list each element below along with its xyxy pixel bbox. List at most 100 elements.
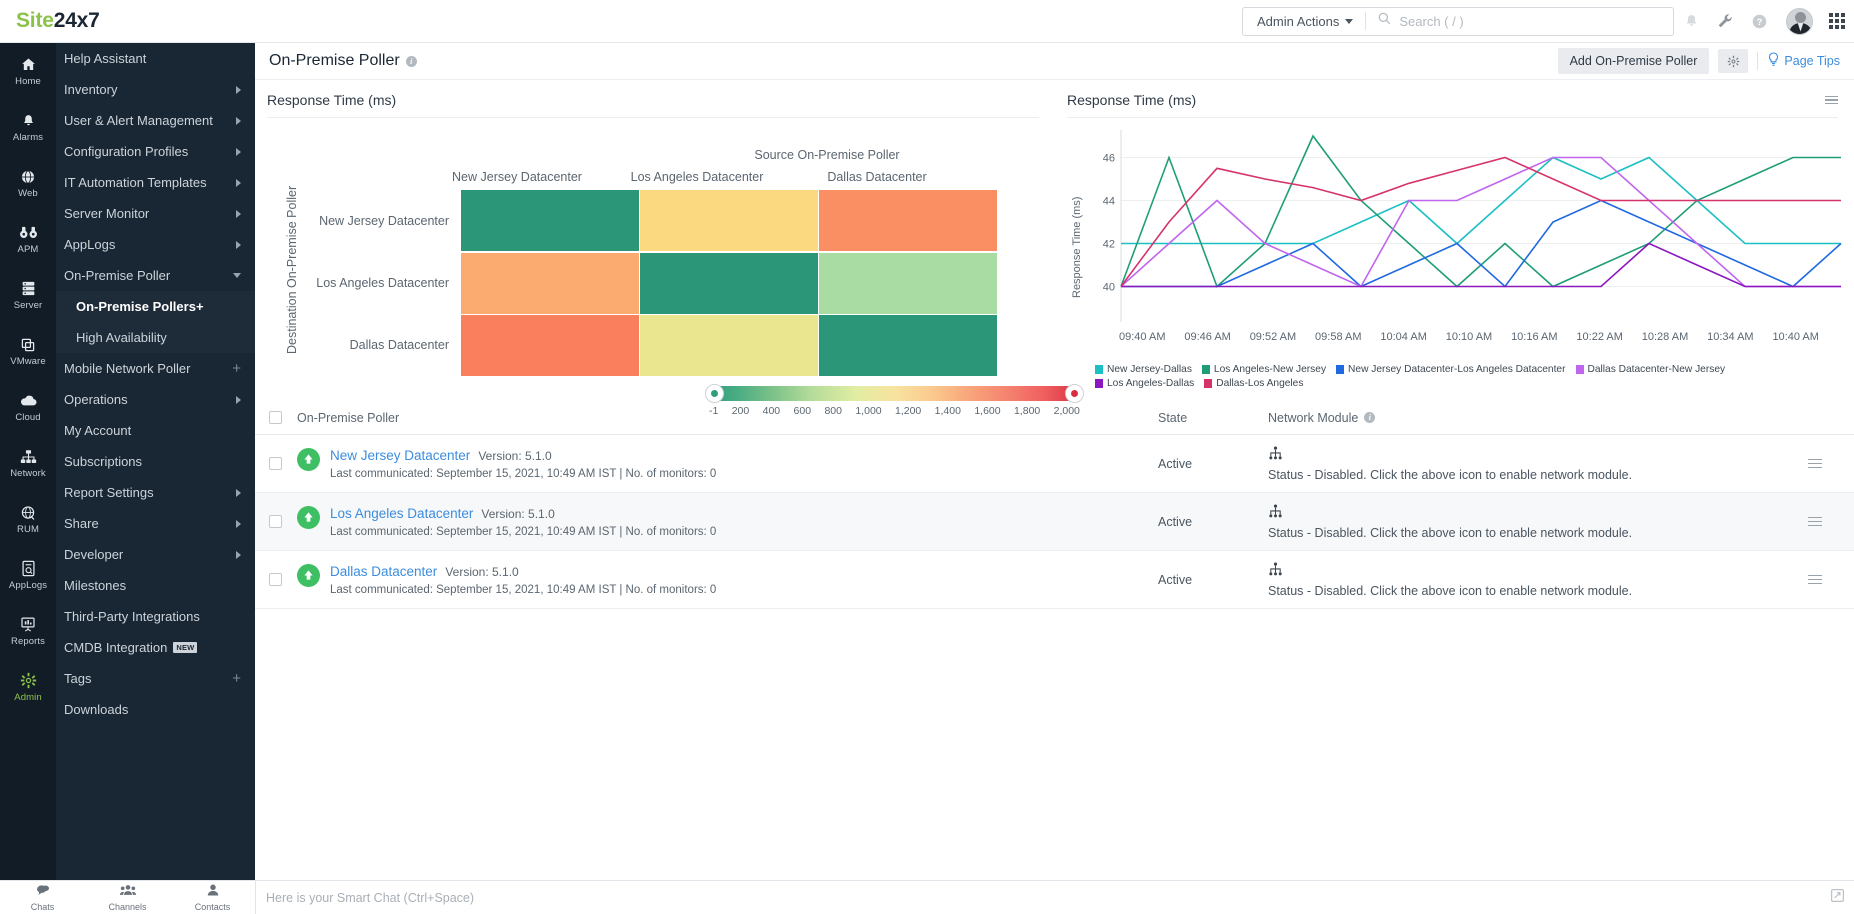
- chart-menu-icon[interactable]: [1825, 96, 1838, 105]
- gear-icon: [20, 671, 37, 690]
- sidebar-item-my-account[interactable]: My Account: [56, 415, 255, 446]
- poller-name-link[interactable]: Los Angeles Datacenter: [330, 506, 473, 521]
- search-input[interactable]: Search ( / ): [1366, 12, 1673, 30]
- rail-item-server[interactable]: Server: [0, 267, 56, 323]
- legend-item[interactable]: Los Angeles-Dallas: [1095, 378, 1194, 389]
- row-menu-icon[interactable]: [1808, 517, 1854, 527]
- rail-item-web[interactable]: Web: [0, 155, 56, 211]
- sidebar-item-configuration-profiles[interactable]: Configuration Profiles: [56, 136, 255, 167]
- legend-item[interactable]: Dallas-Los Angeles: [1204, 378, 1303, 389]
- legend-item[interactable]: Dallas Datacenter-New Jersey: [1576, 364, 1726, 375]
- legend-item[interactable]: New Jersey-Dallas: [1095, 364, 1192, 375]
- wrench-icon[interactable]: [1708, 0, 1742, 43]
- page-header: On-Premise Poller i Add On-Premise Polle…: [255, 43, 1854, 80]
- plus-icon[interactable]: +: [232, 361, 241, 376]
- rail-item-applogs[interactable]: AppLogs: [0, 547, 56, 603]
- heatmap-cell[interactable]: [461, 253, 639, 314]
- rail-item-admin[interactable]: Admin: [0, 659, 56, 715]
- row-checkbox[interactable]: [269, 515, 282, 528]
- heatmap-col-header: New Jersey Datacenter: [427, 170, 607, 184]
- row-menu-icon[interactable]: [1808, 575, 1854, 585]
- layers-icon: [20, 335, 36, 354]
- add-on-premise-poller-button[interactable]: Add On-Premise Poller: [1558, 48, 1710, 74]
- rail-item-rum[interactable]: RUM: [0, 491, 56, 547]
- smart-chat-input[interactable]: Here is your Smart Chat (Ctrl+Space): [255, 881, 1831, 914]
- expand-chat-icon[interactable]: [1831, 889, 1844, 907]
- heatmap-cell[interactable]: [640, 190, 818, 251]
- rail-item-alarms[interactable]: Alarms: [0, 99, 56, 155]
- heatmap-cell[interactable]: [640, 253, 818, 314]
- heatmap-cell[interactable]: [640, 315, 818, 376]
- sidebar-subitem-label: On-Premise Pollers: [76, 299, 196, 314]
- sidebar-item-subscriptions[interactable]: Subscriptions: [56, 446, 255, 477]
- network-module-icon[interactable]: [1268, 446, 1632, 464]
- rail-item-apm[interactable]: APM: [0, 211, 56, 267]
- legend-item[interactable]: New Jersey Datacenter-Los Angeles Datace…: [1336, 364, 1565, 375]
- heatmap-cell[interactable]: [461, 315, 639, 376]
- sidebar-item-downloads[interactable]: Downloads: [56, 694, 255, 725]
- search-bar[interactable]: Admin Actions Search ( / ): [1242, 7, 1674, 36]
- heatmap-legend-tick: 1,800: [1014, 405, 1040, 417]
- sidebar-item-label: Inventory: [64, 82, 117, 97]
- sidebar-item-user-alert-management[interactable]: User & Alert Management: [56, 105, 255, 136]
- bell-icon[interactable]: [1674, 0, 1708, 43]
- rail-item-network[interactable]: Network: [0, 435, 56, 491]
- heatmap-cell[interactable]: [461, 190, 639, 251]
- sidebar-item-mobile-network-poller[interactable]: Mobile Network Poller +: [56, 353, 255, 384]
- settings-gear-button[interactable]: [1718, 49, 1748, 73]
- sidebar-item-report-settings[interactable]: Report Settings: [56, 477, 255, 508]
- rail-item-vmware[interactable]: VMware: [0, 323, 56, 379]
- plus-icon[interactable]: +: [232, 671, 241, 686]
- info-icon[interactable]: i: [406, 56, 417, 67]
- avatar[interactable]: [1786, 8, 1813, 35]
- plus-icon[interactable]: +: [196, 299, 204, 314]
- row-checkbox[interactable]: [269, 573, 282, 586]
- network-module-icon[interactable]: [1268, 562, 1632, 580]
- bottom-tab-channels[interactable]: Channels: [85, 883, 170, 912]
- sidebar-item-label: Subscriptions: [64, 454, 142, 469]
- app-logo[interactable]: Site24x7: [16, 9, 100, 33]
- heatmap-cell[interactable]: [819, 253, 997, 314]
- poller-name-link[interactable]: New Jersey Datacenter: [330, 448, 470, 463]
- heatmap-colorbar[interactable]: [707, 386, 1082, 401]
- sidebar-item-milestones[interactable]: Milestones: [56, 570, 255, 601]
- rail-label: Alarms: [13, 132, 43, 143]
- sidebar-item-help-assistant[interactable]: Help Assistant: [56, 43, 255, 74]
- rail-item-reports[interactable]: Reports: [0, 603, 56, 659]
- colorbar-min-handle[interactable]: [705, 384, 724, 403]
- sidebar-item-inventory[interactable]: Inventory: [56, 74, 255, 105]
- row-checkbox[interactable]: [269, 457, 282, 470]
- table-row[interactable]: New Jersey DatacenterVersion: 5.1.0Last …: [255, 435, 1854, 493]
- sidebar-item-share[interactable]: Share: [56, 508, 255, 539]
- info-icon[interactable]: i: [1364, 412, 1375, 423]
- sidebar-item-developer[interactable]: Developer: [56, 539, 255, 570]
- table-row[interactable]: Los Angeles DatacenterVersion: 5.1.0Last…: [255, 493, 1854, 551]
- table-row[interactable]: Dallas DatacenterVersion: 5.1.0Last comm…: [255, 551, 1854, 609]
- network-module-icon[interactable]: [1268, 504, 1632, 522]
- chevron-right-icon: [236, 86, 241, 94]
- bottom-tab-chats[interactable]: Chats: [0, 883, 85, 912]
- sidebar-item-on-premise-pollers[interactable]: On-Premise Pollers +: [56, 291, 255, 322]
- sidebar-item-it-automation-templates[interactable]: IT Automation Templates: [56, 167, 255, 198]
- help-icon[interactable]: ?: [1742, 0, 1776, 43]
- sidebar-item-operations[interactable]: Operations: [56, 384, 255, 415]
- bottom-tab-contacts[interactable]: Contacts: [170, 883, 255, 912]
- sidebar-item-server-monitor[interactable]: Server Monitor: [56, 198, 255, 229]
- rail-item-home[interactable]: Home: [0, 43, 56, 99]
- select-all-checkbox[interactable]: [269, 411, 282, 424]
- admin-actions-dropdown[interactable]: Admin Actions: [1243, 14, 1365, 29]
- apps-grid-icon[interactable]: [1820, 0, 1854, 43]
- rail-item-cloud[interactable]: Cloud: [0, 379, 56, 435]
- sidebar-item-on-premise-poller[interactable]: On-Premise Poller: [56, 260, 255, 291]
- sidebar-item-cmdb-integration[interactable]: CMDB Integration NEW: [56, 632, 255, 663]
- poller-name-link[interactable]: Dallas Datacenter: [330, 564, 437, 579]
- heatmap-cell[interactable]: [819, 190, 997, 251]
- row-menu-icon[interactable]: [1808, 459, 1854, 469]
- legend-item[interactable]: Los Angeles-New Jersey: [1202, 364, 1326, 375]
- page-tips-link[interactable]: Page Tips: [1767, 52, 1840, 70]
- sidebar-item-applogs[interactable]: AppLogs: [56, 229, 255, 260]
- sidebar-item-third-party-integrations[interactable]: Third-Party Integrations: [56, 601, 255, 632]
- heatmap-cell[interactable]: [819, 315, 997, 376]
- sidebar-item-high-availability[interactable]: High Availability: [56, 322, 255, 353]
- sidebar-item-tags[interactable]: Tags +: [56, 663, 255, 694]
